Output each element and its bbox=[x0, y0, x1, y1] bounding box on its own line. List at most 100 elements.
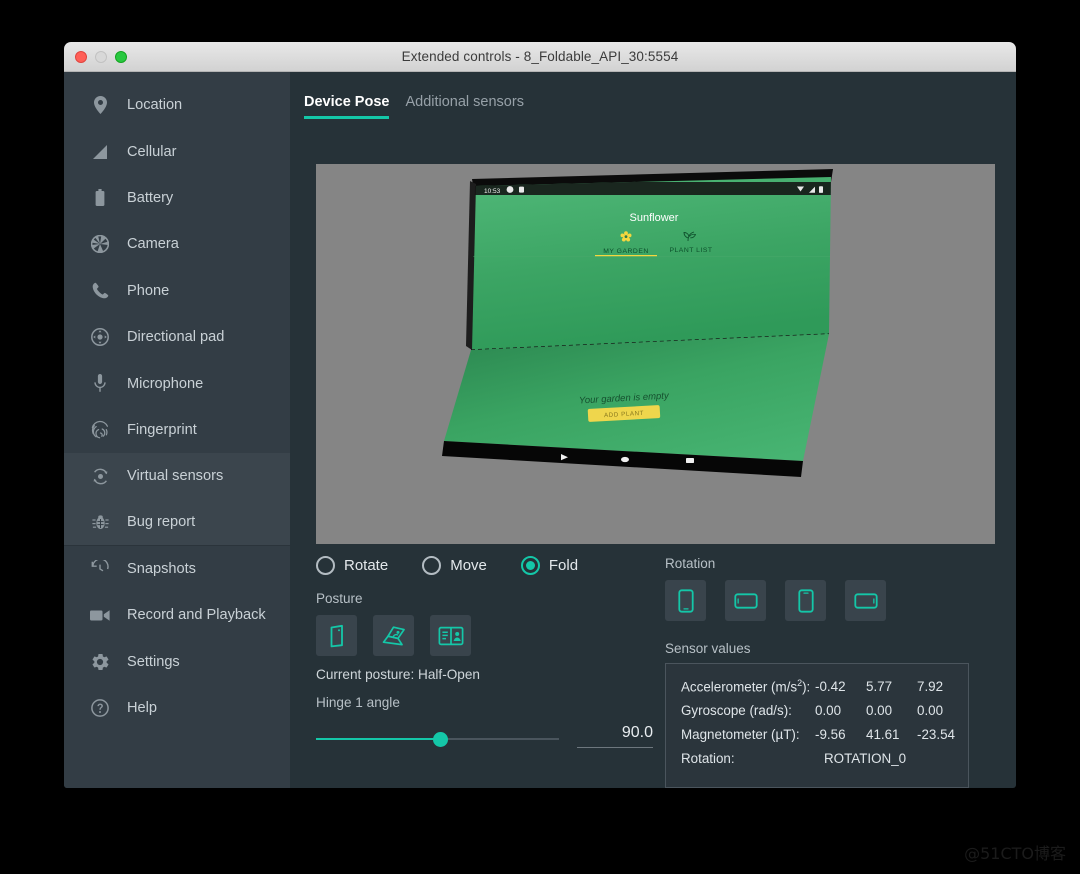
sidebar-item-label: Battery bbox=[127, 189, 174, 206]
sensor-row-rotation: Rotation: ROTATION_0 bbox=[681, 751, 968, 766]
posture-half-open-button[interactable] bbox=[373, 615, 414, 656]
sidebar-item-label: Help bbox=[127, 700, 158, 717]
pose-mode-radio-group: Rotate Move Fold bbox=[316, 556, 666, 575]
device-pose-preview[interactable]: 10:53 Sunflower MY GARDEN PLANT LIST You… bbox=[316, 164, 995, 544]
sidebar-item-label: Microphone bbox=[127, 375, 204, 392]
watermark: @51CTO博客 bbox=[964, 844, 1066, 863]
device-top-screen bbox=[471, 177, 831, 350]
pose-mode-rotate[interactable]: Rotate bbox=[316, 556, 388, 575]
minimize-window-button[interactable] bbox=[95, 50, 107, 63]
posture-closed-button[interactable] bbox=[316, 615, 357, 656]
sensor-values-panel: Accelerometer (m/s2): -0.42 5.77 7.92 Gy… bbox=[665, 663, 969, 788]
right-controls: Rotation Sensor values Accelerometer (m/… bbox=[665, 556, 969, 788]
pose-mode-label: Fold bbox=[548, 557, 579, 574]
hinge-angle-label: Hinge 1 angle bbox=[316, 695, 400, 710]
sidebar-item-settings[interactable]: Settings bbox=[64, 639, 290, 685]
rotation-landscape-button[interactable] bbox=[725, 580, 766, 621]
hinge-angle-row: 90.0 bbox=[316, 724, 666, 748]
sidebar-item-phone[interactable]: Phone bbox=[64, 268, 290, 314]
rotation-reverse-portrait-button[interactable] bbox=[785, 580, 826, 621]
close-window-button[interactable] bbox=[75, 50, 87, 63]
current-posture-label: Current posture: bbox=[316, 667, 415, 682]
cellular-signal-icon bbox=[87, 144, 113, 160]
rotation-section-label: Rotation bbox=[665, 556, 716, 571]
device-tab-plant-list: PLANT LIST bbox=[669, 247, 712, 254]
sensor-name: Gyroscope (rad/s): bbox=[681, 703, 792, 719]
pose-mode-label: Rotate bbox=[344, 557, 389, 574]
sidebar-item-label: Virtual sensors bbox=[127, 468, 224, 485]
radio-circle-move bbox=[422, 556, 442, 575]
sensor-value-x: 0.00 bbox=[815, 703, 842, 719]
tab-device-pose[interactable]: Device Pose bbox=[304, 94, 389, 119]
sidebar-item-bug-report[interactable]: Bug report bbox=[64, 499, 290, 546]
rotation-button-group bbox=[665, 580, 969, 621]
tab-bar: Device Pose Additional sensors bbox=[290, 72, 1016, 119]
virtual-sensors-icon bbox=[87, 467, 113, 486]
camera-aperture-icon bbox=[87, 235, 113, 254]
radio-circle-fold bbox=[520, 556, 540, 575]
sensor-value-y: 5.77 bbox=[866, 679, 893, 695]
location-pin-icon bbox=[87, 96, 113, 115]
sensor-row-gyroscope: Gyroscope (rad/s): 0.00 0.00 0.00 bbox=[681, 703, 968, 718]
sensor-row-accelerometer: Accelerometer (m/s2): -0.42 5.77 7.92 bbox=[681, 678, 968, 694]
rotation-reverse-landscape-button[interactable] bbox=[845, 580, 886, 621]
sensor-name: Accelerometer (m/s2): bbox=[681, 678, 811, 695]
extended-controls-window: Extended controls - 8_Foldable_API_30:55… bbox=[64, 42, 1016, 788]
sidebar-item-label: Bug report bbox=[127, 514, 196, 531]
sidebar-item-location[interactable]: Location bbox=[64, 82, 290, 128]
device-tab-my-garden: MY GARDEN bbox=[603, 248, 649, 255]
tab-additional-sensors[interactable]: Additional sensors bbox=[405, 94, 524, 119]
sidebar-item-label: Location bbox=[127, 97, 183, 114]
fingerprint-icon bbox=[87, 420, 113, 439]
slider-track-fill bbox=[316, 738, 440, 741]
radio-circle-rotate bbox=[316, 556, 335, 575]
history-clock-icon bbox=[87, 560, 113, 578]
sidebar-item-snapshots[interactable]: Snapshots bbox=[64, 546, 290, 592]
window-traffic-lights bbox=[75, 50, 127, 63]
dpad-icon bbox=[87, 328, 113, 347]
sidebar-item-battery[interactable]: Battery bbox=[64, 175, 290, 221]
sidebar-item-microphone[interactable]: Microphone bbox=[64, 360, 290, 406]
sensor-value-z: -23.54 bbox=[917, 727, 955, 743]
sidebar-item-cellular[interactable]: Cellular bbox=[64, 128, 290, 174]
pose-mode-move[interactable]: Move bbox=[422, 556, 487, 575]
current-posture-row: Current posture: Half-Open bbox=[316, 667, 666, 682]
pose-controls: Rotate Move Fold Posture Current posture… bbox=[316, 556, 666, 748]
sensor-value-x: -0.42 bbox=[815, 679, 846, 695]
sidebar-item-label: Fingerprint bbox=[127, 421, 197, 438]
gear-icon bbox=[87, 653, 113, 671]
sidebar-item-fingerprint[interactable]: Fingerprint bbox=[64, 407, 290, 453]
rotation-portrait-button[interactable] bbox=[665, 580, 706, 621]
sidebar-item-label: Camera bbox=[127, 236, 179, 253]
pose-mode-fold[interactable]: Fold bbox=[520, 556, 579, 575]
help-circle-icon bbox=[87, 699, 113, 718]
sensor-values-label: Sensor values bbox=[665, 641, 751, 656]
sensor-value-rotation: ROTATION_0 bbox=[824, 751, 907, 767]
sidebar-item-label: Directional pad bbox=[127, 329, 225, 346]
posture-open-button[interactable] bbox=[430, 615, 471, 656]
sidebar-item-label: Record and Playback bbox=[127, 607, 266, 624]
device-app-title: Sunflower bbox=[630, 212, 679, 224]
hinge-angle-input[interactable]: 90.0 bbox=[577, 724, 653, 748]
window-title: Extended controls - 8_Foldable_API_30:55… bbox=[401, 49, 679, 64]
sensor-name: Magnetometer (µT): bbox=[681, 727, 800, 743]
sensor-row-magnetometer: Magnetometer (µT): -9.56 41.61 -23.54 bbox=[681, 727, 968, 742]
sidebar-item-help[interactable]: Help bbox=[64, 685, 290, 731]
microphone-icon bbox=[87, 374, 113, 393]
sidebar-item-record-and-playback[interactable]: Record and Playback bbox=[64, 592, 290, 638]
sidebar-item-label: Snapshots bbox=[127, 561, 196, 578]
device-status-time: 10:53 bbox=[484, 188, 501, 195]
phone-handset-icon bbox=[87, 282, 113, 299]
sidebar-item-camera[interactable]: Camera bbox=[64, 221, 290, 267]
sensor-value-x: -9.56 bbox=[815, 727, 846, 743]
sidebar-item-directional-pad[interactable]: Directional pad bbox=[64, 314, 290, 360]
slider-thumb[interactable] bbox=[433, 732, 448, 747]
posture-section-label: Posture bbox=[316, 591, 363, 606]
zoom-window-button[interactable] bbox=[115, 50, 127, 63]
hinge-angle-slider[interactable] bbox=[316, 730, 559, 748]
sidebar-item-label: Settings bbox=[127, 653, 180, 670]
battery-icon bbox=[87, 188, 113, 207]
sidebar-item-virtual-sensors[interactable]: Virtual sensors bbox=[64, 453, 290, 500]
sensor-value-z: 0.00 bbox=[917, 703, 944, 719]
sensor-value-y: 41.61 bbox=[866, 727, 900, 743]
